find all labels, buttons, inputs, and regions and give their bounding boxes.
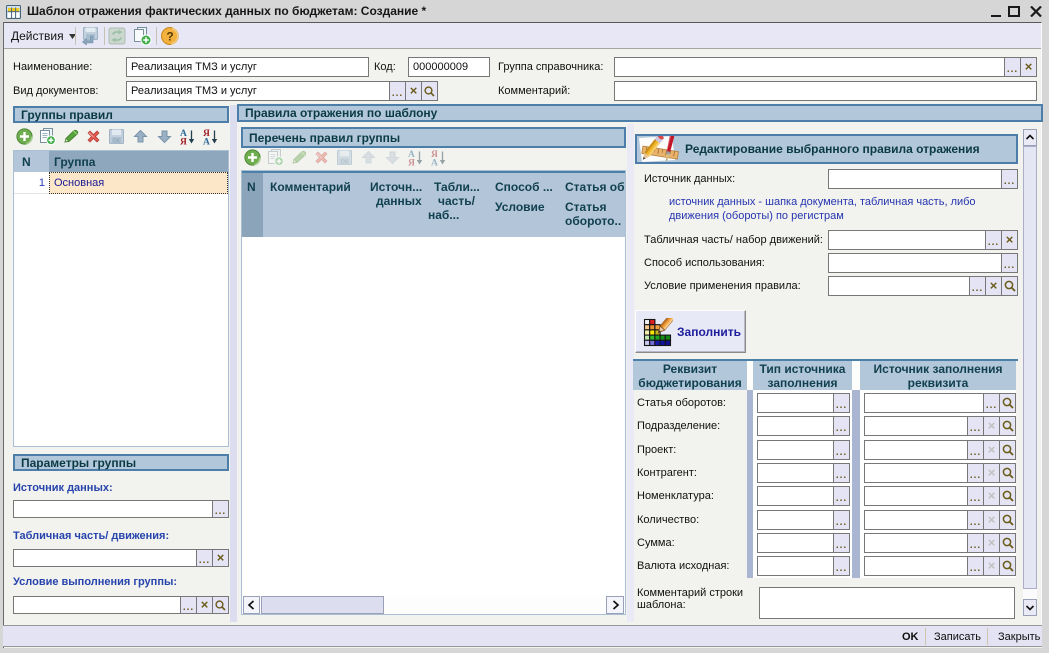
svg-text:?: ?	[166, 30, 173, 44]
svg-text:А: А	[203, 138, 210, 146]
svg-text:OK: OK	[113, 139, 121, 145]
svg-text:Я: Я	[408, 159, 415, 167]
svg-text:OK: OK	[341, 160, 349, 166]
svg-text:А: А	[431, 159, 438, 167]
svg-text:Я: Я	[180, 138, 187, 146]
